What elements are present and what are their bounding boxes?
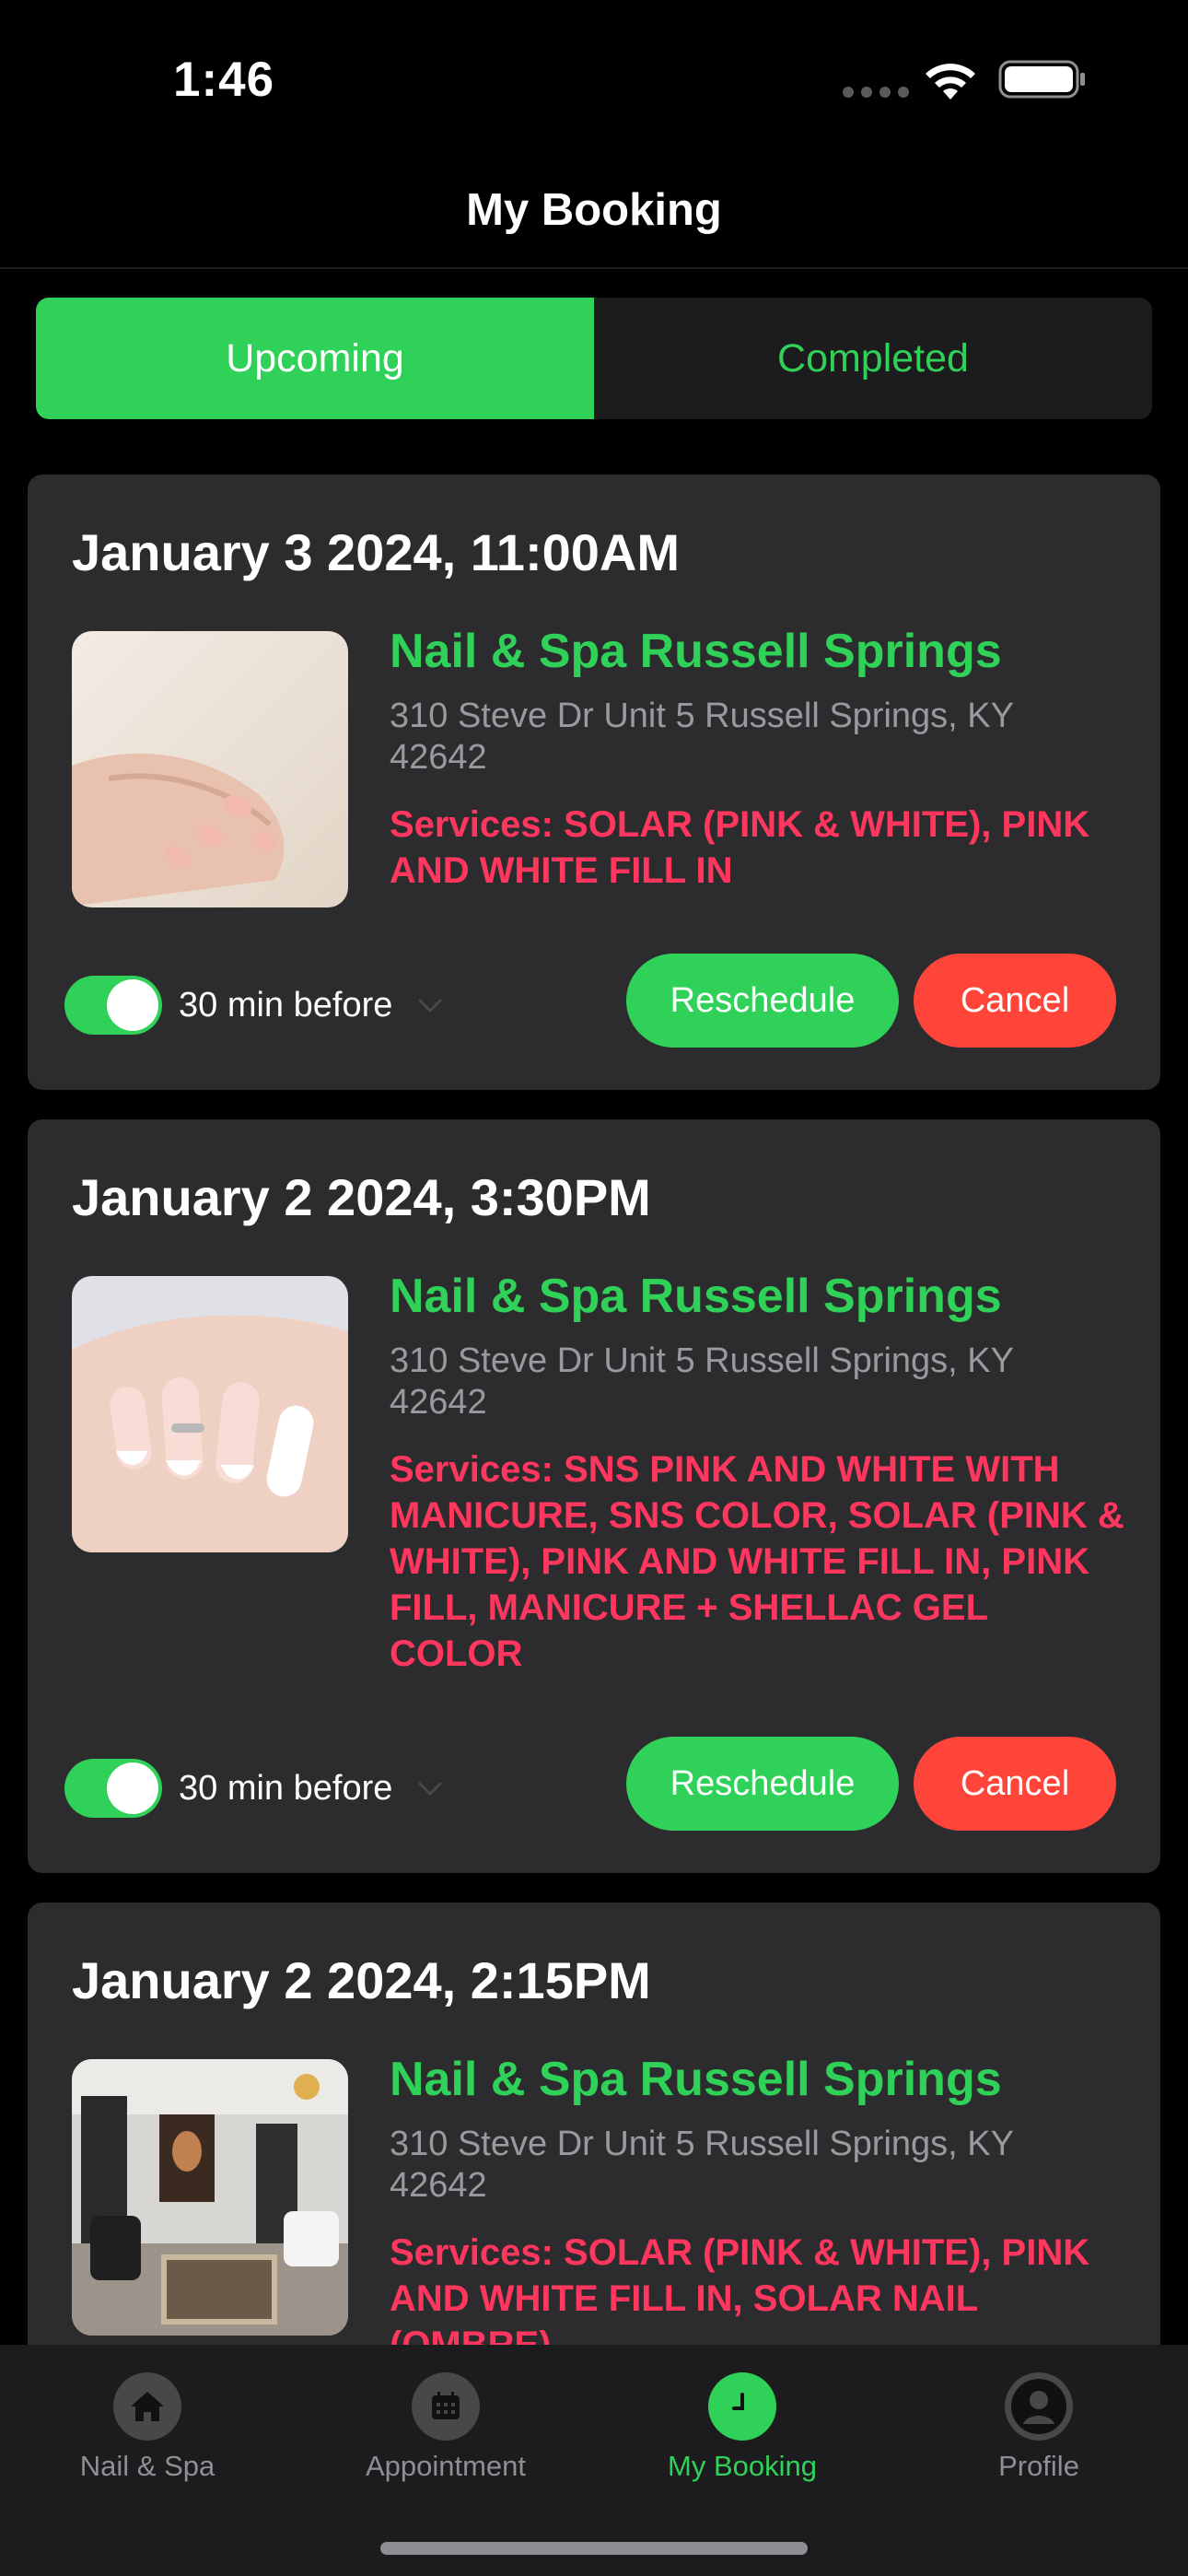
person-icon xyxy=(1005,2372,1073,2441)
clock-icon xyxy=(708,2372,776,2441)
salon-name[interactable]: Nail & Spa Russell Springs xyxy=(390,624,1002,677)
bottom-tab-bar: Nail & Spa Appointment My Booking Profil… xyxy=(0,2345,1188,2576)
page-title: My Booking xyxy=(466,185,722,235)
salon-address: 310 Steve Dr Unit 5 Russell Springs, KY … xyxy=(390,697,1014,777)
tab-nail-spa[interactable]: Nail & Spa xyxy=(28,2372,267,2483)
battery-icon xyxy=(998,60,1085,99)
booking-services: Services: SNS PINK AND WHITE WITH MANICU… xyxy=(390,1449,1124,1674)
reminder-toggle[interactable] xyxy=(64,976,162,1035)
cancel-button[interactable]: Cancel xyxy=(914,1737,1116,1831)
nail-hand-photo xyxy=(72,631,348,907)
booking-list[interactable]: January 3 2024, 11:00AM Nail & Spa Russe… xyxy=(28,474,1160,2345)
booking-tabs: Upcoming Completed xyxy=(36,298,1152,419)
booking-services: Services: SOLAR (PINK & WHITE), PINK AND… xyxy=(390,2232,1090,2345)
status-time: 1:46 xyxy=(173,53,275,107)
salon-interior-photo xyxy=(72,2059,348,2336)
booking-datetime: January 3 2024, 11:00AM xyxy=(72,523,680,581)
reminder-toggle[interactable] xyxy=(64,1759,162,1818)
calendar-icon xyxy=(412,2372,480,2441)
salon-name[interactable]: Nail & Spa Russell Springs xyxy=(390,2052,1002,2105)
salon-name[interactable]: Nail & Spa Russell Springs xyxy=(390,1269,1002,1322)
home-indicator[interactable] xyxy=(380,2542,808,2555)
tab-label: Profile xyxy=(998,2450,1079,2482)
status-bar: 1:46 xyxy=(0,0,1188,147)
reminder-select[interactable]: 30 min before xyxy=(179,986,392,1025)
booking-services: Services: SOLAR (PINK & WHITE), PINK AND… xyxy=(390,804,1090,891)
booking-card: January 3 2024, 11:00AM Nail & Spa Russe… xyxy=(28,474,1160,1090)
tab-label: My Booking xyxy=(668,2450,817,2482)
cancel-button[interactable]: Cancel xyxy=(914,954,1116,1048)
french-manicure-photo xyxy=(72,1276,348,1552)
reminder-row: 30 min before xyxy=(64,976,444,1035)
tab-appointment[interactable]: Appointment xyxy=(326,2372,565,2483)
booking-card: January 2 2024, 2:15PM Nail & Spa Russel… xyxy=(28,1903,1160,2345)
reschedule-button[interactable]: Reschedule xyxy=(626,954,899,1048)
reminder-select[interactable]: 30 min before xyxy=(179,1769,392,1809)
wifi-icon xyxy=(926,64,975,100)
tab-label: Nail & Spa xyxy=(79,2450,215,2482)
cellular-signal-icon xyxy=(843,87,909,98)
salon-address: 310 Steve Dr Unit 5 Russell Springs, KY … xyxy=(390,2125,1014,2205)
chevron-down-icon[interactable] xyxy=(416,1779,444,1797)
tab-upcoming[interactable]: Upcoming xyxy=(36,298,594,419)
reschedule-button[interactable]: Reschedule xyxy=(626,1737,899,1831)
home-icon xyxy=(113,2372,181,2441)
booking-datetime: January 2 2024, 3:30PM xyxy=(72,1168,651,1226)
salon-address: 310 Steve Dr Unit 5 Russell Springs, KY … xyxy=(390,1341,1014,1422)
booking-card: January 2 2024, 3:30PM Nail & Spa Russel… xyxy=(28,1119,1160,1873)
chevron-down-icon[interactable] xyxy=(416,996,444,1014)
tab-completed[interactable]: Completed xyxy=(594,298,1152,419)
booking-datetime: January 2 2024, 2:15PM xyxy=(72,1951,651,2009)
navigation-header: My Booking xyxy=(0,166,1188,269)
tab-my-booking[interactable]: My Booking xyxy=(623,2372,862,2483)
reminder-row: 30 min before xyxy=(64,1759,444,1818)
tab-profile[interactable]: Profile xyxy=(919,2372,1159,2483)
tab-label: Appointment xyxy=(365,2450,527,2482)
